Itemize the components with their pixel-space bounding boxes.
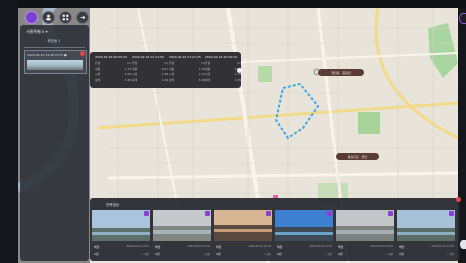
map-label[interactable]: 행당동 · 중랑천	[318, 69, 364, 76]
card-time: 2024-02-15 14:52	[187, 245, 210, 248]
panel-list-item[interactable]: 2024-02-15 14:48 CCTV ●	[24, 50, 87, 74]
popup-row: 내용 1.70	[169, 66, 205, 71]
popup-row: 내용1.91	[205, 66, 241, 71]
popup-row: 상태 1.55	[205, 77, 241, 82]
card-number: 2번	[338, 252, 343, 256]
exit-button[interactable]	[76, 11, 89, 24]
card-place: 해당	[399, 245, 405, 249]
camera-thumbnail	[397, 210, 455, 241]
map-toolbar	[25, 11, 89, 24]
card-flag: ✓ 확인	[202, 253, 211, 256]
close-icon[interactable]	[456, 197, 461, 202]
camera-thumbnail	[214, 210, 272, 241]
popup-column: 2024-02-16 20:09:10 유형(1) 내용1.91 시설1.73 …	[205, 55, 241, 83]
panel-divider	[24, 47, 85, 48]
card-place: 해당	[155, 245, 161, 249]
card-flag: ✓ 확인	[446, 253, 455, 256]
gallery-card[interactable]: 해당 2024-02-15 14:52 2번 ✓ 확인	[92, 210, 150, 260]
help-icon[interactable]	[460, 240, 466, 249]
card-time: 2024-02-15 14:52	[248, 245, 271, 248]
camera-thumbnail	[92, 210, 150, 241]
person-icon	[46, 14, 51, 21]
region-select[interactable]: 서울특별시 ▾	[26, 29, 48, 35]
gallery-tab[interactable]	[273, 195, 278, 198]
popup-column: 2024-02-16 12:11:59 유형 (1) 내용 0.47 시설 1.28 …	[132, 55, 168, 83]
camera-badge-icon	[144, 211, 149, 216]
card-number: 2번	[399, 252, 404, 256]
popup-row: 유형 (1)	[169, 61, 205, 65]
popup-row: 시설 1.37	[169, 72, 205, 76]
gallery-card[interactable]: 해당 2024-02-15 14:52 2번 ✓ 확인	[153, 210, 211, 260]
image-gallery: 관측영상 해당 2024-02-15 14:52 2번 ✓ 확인 해당 2024…	[90, 195, 461, 261]
card-time: 2024-02-15 14:52	[431, 245, 454, 248]
gallery-title: 관측영상	[106, 203, 119, 207]
exit-icon	[80, 15, 86, 20]
camera-thumbnail	[275, 210, 333, 241]
card-place: 해당	[94, 245, 100, 249]
popup-row: 상태 1.29	[132, 77, 168, 82]
left-edge	[0, 0, 18, 263]
gallery-card[interactable]: 해당 2024-02-15 14:52 2번 ✓ 확인	[275, 210, 333, 260]
panel-item-thumbnail	[27, 60, 83, 70]
camera-badge-icon	[266, 211, 271, 216]
popup-column-title: 2024-02-16 09:55:43	[95, 55, 127, 59]
popup-row: 시설 1.28	[132, 72, 168, 76]
camera-thumbnail	[153, 210, 211, 241]
card-time: 2024-02-15 14:52	[309, 245, 332, 248]
grid-icon	[62, 14, 69, 21]
camera-badge-icon	[388, 211, 393, 216]
card-place: 해당	[277, 245, 283, 249]
camera-badge-icon	[205, 211, 210, 216]
popup-row: 내용 1.73	[95, 66, 131, 71]
popup-column: 2024-02-16 17:01:35 유형 (1) 내용 1.70 시설 1.37 …	[169, 55, 205, 83]
popup-row: 시설 1.73	[205, 72, 241, 76]
gallery-card[interactable]: 해당 2024-02-15 14:52 2번 ✓ 확인	[336, 210, 394, 260]
card-time: 2024-02-15 14:52	[370, 245, 393, 248]
panel-item-title: 2024-02-15 14:48 CCTV ●	[27, 53, 67, 57]
card-flag: ✓ 확인	[385, 253, 394, 256]
side-panel: 서울특별시 ▾ 행당동 1 2024-02-15 14:48 CCTV ●	[20, 25, 89, 261]
card-number: 2번	[155, 252, 160, 256]
camera-thumbnail	[336, 210, 394, 241]
close-icon[interactable]	[80, 51, 85, 56]
person-button[interactable]	[42, 11, 55, 24]
popup-row: 상태 1.26	[169, 77, 205, 82]
gallery-card[interactable]: 해당 2024-02-15 14:52 2번 ✓ 확인	[397, 210, 455, 260]
card-number: 2번	[216, 252, 221, 256]
card-flag: ✓ 확인	[141, 253, 150, 256]
profile-icon[interactable]	[459, 13, 466, 24]
grid-button[interactable]	[59, 11, 72, 24]
camera-badge-icon	[449, 211, 454, 216]
card-time: 2024-02-15 14:52	[126, 245, 149, 248]
popup-column: 2024-02-16 09:55:43 유형 (1) 내용 1.73 시설 1.56 …	[95, 55, 131, 83]
popup-row: 유형 (1)	[95, 61, 131, 65]
card-number: 2번	[94, 252, 99, 256]
gallery-card[interactable]: 해당 2024-02-15 14:52 2번 ✓ 확인	[214, 210, 272, 260]
popup-row: 내용 0.47	[132, 66, 168, 71]
popup-row: 유형 (1)	[205, 61, 241, 65]
card-place: 해당	[338, 245, 344, 249]
panel-subtitle: 행당동 1	[47, 39, 61, 43]
popup-close-button[interactable]	[237, 68, 242, 73]
popup-column-title: 2024-02-16 12:11:59	[132, 55, 164, 59]
card-number: 2번	[277, 252, 282, 256]
popup-row: 상태 1.49	[95, 77, 131, 82]
compass-icon	[30, 16, 33, 19]
card-place: 해당	[216, 245, 222, 249]
camera-badge-icon	[327, 211, 332, 216]
app: 서울특별시 ▾ 행당동 1 2024-02-15 14:48 CCTV ● 20…	[0, 0, 466, 263]
popup-column-title: 2024-02-16 17:01:35	[169, 55, 201, 59]
popup-row: 시설 1.56	[95, 72, 131, 76]
popup-row: 유형 (1)	[132, 61, 168, 65]
popup-column-title: 2024-02-16 20:09:10	[205, 55, 237, 59]
data-popup: 2024-02-16 09:55:43 유형 (1) 내용 1.73 시설 1.56 …	[90, 52, 242, 88]
map-label[interactable]: 왕십리로 · 행당	[336, 153, 379, 160]
card-flag: ✓ 확인	[263, 253, 272, 256]
compass-button[interactable]	[25, 11, 38, 24]
card-flag: ✓ 확인	[324, 253, 333, 256]
top-bar	[0, 0, 466, 8]
